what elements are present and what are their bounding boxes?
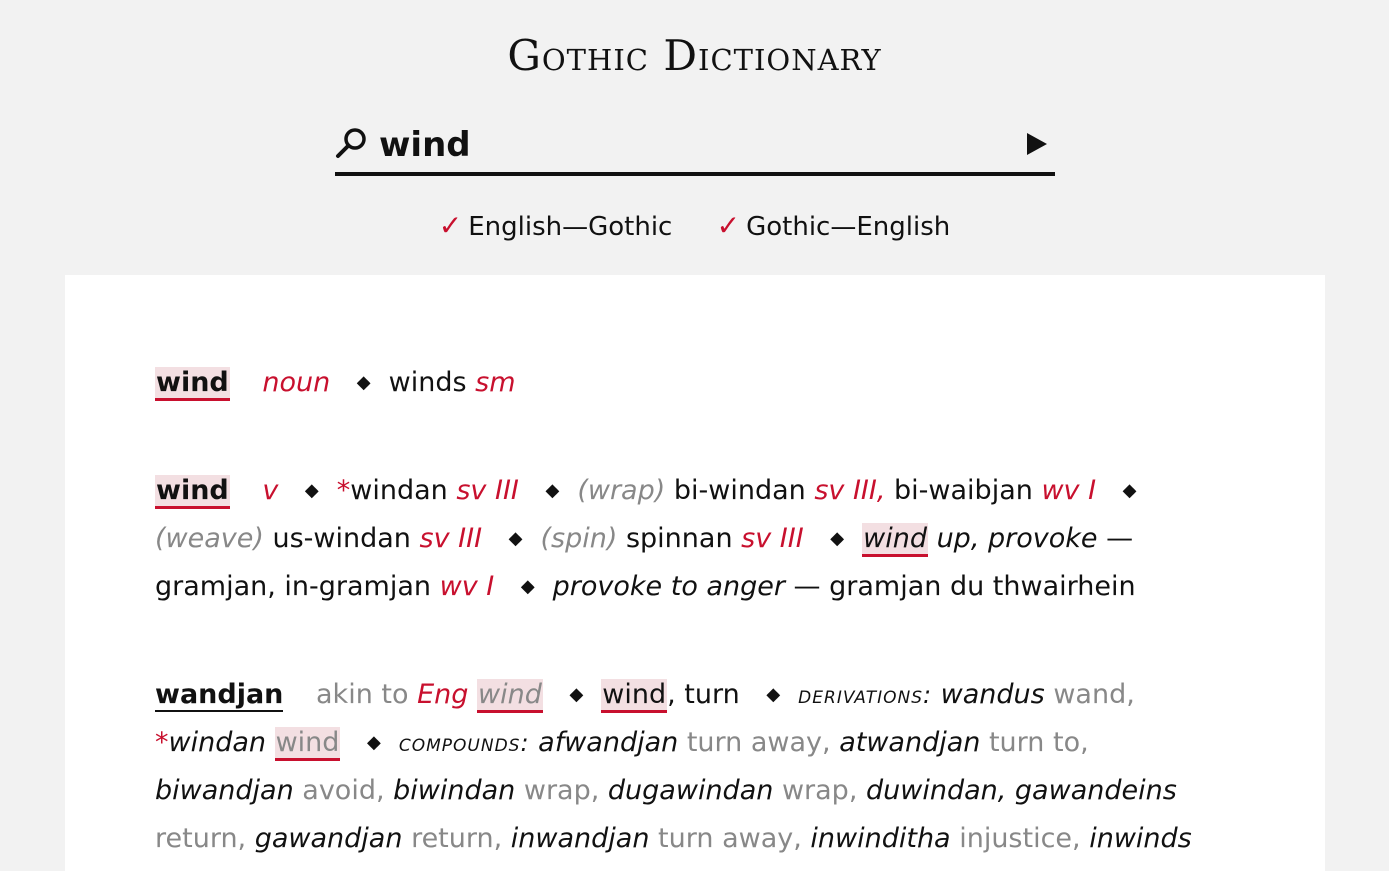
reconstructed-mark: * — [336, 475, 351, 506]
entry-wind-noun: wind noun ◆ winds sm — [155, 359, 1235, 407]
word-class: sv III, — [814, 475, 886, 506]
word-gloss: wrap, — [523, 775, 600, 806]
search-submit-button[interactable] — [1021, 129, 1051, 159]
check-icon: ✓ — [716, 209, 741, 242]
headword[interactable]: wind — [155, 475, 230, 509]
reconstructed-mark: * — [155, 727, 169, 758]
word-class: sm — [475, 367, 516, 398]
sense-gloss: (wrap) — [577, 475, 666, 506]
gothic-word[interactable]: gramjan, in-gramjan — [155, 571, 431, 602]
diamond-icon: ◆ — [356, 372, 371, 393]
word-class: sv III — [419, 523, 483, 554]
highlighted-match: wind — [862, 523, 928, 557]
highlighted-match: wind — [274, 727, 341, 761]
gothic-word[interactable]: wandus — [941, 679, 1045, 710]
gothic-word[interactable]: us-windan — [273, 523, 411, 554]
sense-gloss: (spin) — [540, 523, 618, 554]
toggle-label: Gothic—English — [746, 212, 951, 242]
compounds-label: compounds: — [398, 729, 530, 757]
word-gloss: wrap, — [781, 775, 858, 806]
word-gloss: turn away, — [658, 823, 802, 854]
results-panel: wind noun ◆ winds sm wind v ◆ *windan sv I… — [65, 275, 1325, 871]
diamond-icon: ◆ — [508, 528, 523, 549]
word-gloss: return, — [155, 823, 247, 854]
entry-wind-verb: wind v ◆ *windan sv III ◆ (wrap) bi-windan… — [155, 467, 1235, 611]
toggle-gothic-english[interactable]: ✓ Gothic—English — [717, 206, 951, 247]
gothic-word[interactable]: biwandjan — [155, 775, 294, 806]
gothic-word[interactable]: gawandeins — [1015, 775, 1177, 806]
headword[interactable]: wind — [155, 367, 230, 401]
diamond-icon: ◆ — [367, 732, 381, 753]
search-bar — [335, 118, 1055, 176]
diamond-icon: ◆ — [830, 528, 845, 549]
search-icon — [336, 128, 366, 158]
gothic-word[interactable]: atwandjan — [839, 727, 980, 758]
gothic-word[interactable]: bi-windan — [674, 475, 806, 506]
toggle-label: English—Gothic — [468, 212, 673, 242]
word-class: sv III — [741, 523, 804, 554]
gothic-word[interactable]: spinnan — [626, 523, 733, 554]
meaning: , turn — [667, 679, 740, 710]
word-class: wv I — [1041, 475, 1097, 506]
diamond-icon: ◆ — [545, 480, 560, 501]
play-icon — [1027, 133, 1047, 155]
diamond-icon: ◆ — [1122, 480, 1137, 501]
dash: — — [1106, 523, 1134, 554]
sense-gloss: (weave) — [155, 523, 264, 554]
word-gloss: avoid, — [302, 775, 385, 806]
sense-phrase: provoke to anger — [552, 571, 785, 602]
gothic-word[interactable]: duwindan, — [866, 775, 1006, 806]
word-class: wv I — [439, 571, 495, 602]
etymology-note: akin to — [316, 679, 409, 710]
app-title: Gothic Dictionary — [507, 31, 882, 80]
gothic-word[interactable]: windan — [350, 475, 448, 506]
gothic-word[interactable]: inwandjan — [511, 823, 650, 854]
dash: — — [793, 571, 821, 602]
word-gloss: return, — [411, 823, 503, 854]
gothic-word[interactable]: winds — [389, 367, 467, 398]
gothic-word[interactable]: inwinditha — [810, 823, 950, 854]
part-of-speech: noun — [262, 367, 331, 398]
diamond-icon: ◆ — [766, 684, 781, 705]
gothic-word[interactable]: gawandjan — [255, 823, 403, 854]
headword[interactable]: wandjan — [155, 679, 284, 712]
derivations-label: derivations: — [798, 681, 933, 709]
gothic-word[interactable]: gramjan du thwairhein — [829, 571, 1135, 602]
gothic-word[interactable]: afwandjan — [538, 727, 678, 758]
word-gloss: turn to, — [988, 727, 1089, 758]
diamond-icon: ◆ — [569, 684, 584, 705]
gothic-word[interactable]: dugawindan — [608, 775, 773, 806]
gothic-word[interactable]: windan — [169, 727, 267, 758]
toggle-english-gothic[interactable]: ✓ English—Gothic — [439, 206, 673, 247]
part-of-speech: v — [262, 475, 279, 506]
highlighted-match: wind — [477, 679, 543, 713]
word-gloss: wand, — [1053, 679, 1135, 710]
language-tag: Eng — [417, 679, 469, 710]
entry-wandjan: wandjan akin to Eng wind ◆ wind, turn ◆ de… — [155, 671, 1235, 863]
word-class: sv III — [456, 475, 519, 506]
direction-toggles: ✓ English—Gothic ✓ Gothic—English — [0, 206, 1389, 247]
gothic-word[interactable]: inwinds — [1089, 823, 1192, 854]
highlighted-match: wind — [601, 679, 668, 713]
diamond-icon: ◆ — [304, 480, 319, 501]
gothic-word[interactable]: bi-waibjan — [894, 475, 1033, 506]
gothic-word[interactable]: biwindan — [393, 775, 515, 806]
sense-phrase: up, provoke — [936, 523, 1098, 554]
check-icon: ✓ — [438, 209, 463, 242]
diamond-icon: ◆ — [520, 576, 535, 597]
search-input[interactable] — [379, 120, 979, 170]
word-gloss: injustice, — [959, 823, 1081, 854]
word-gloss: turn away, — [686, 727, 831, 758]
